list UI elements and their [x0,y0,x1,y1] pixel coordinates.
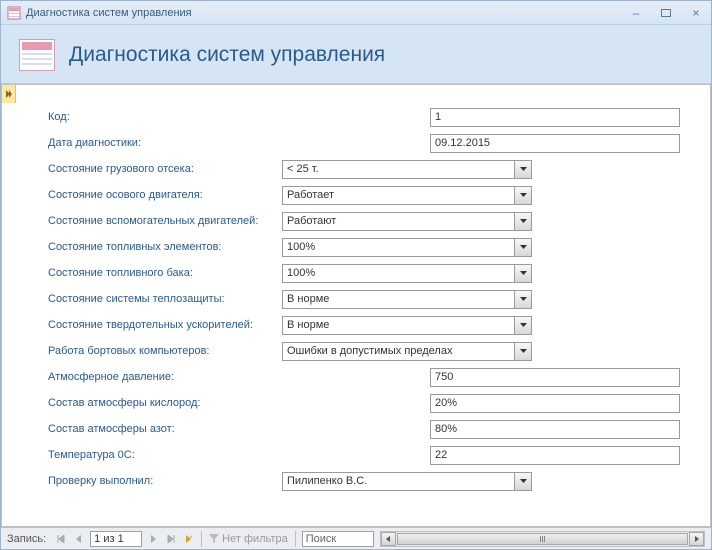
input-kod[interactable]: 1 [430,108,680,127]
chevron-down-icon[interactable] [514,187,531,204]
chevron-down-icon[interactable] [514,473,531,490]
chevron-down-icon[interactable] [514,213,531,230]
form-header: Диагностика систем управления [1,25,711,84]
input-oxygen[interactable]: 20% [430,394,680,413]
label-cargo: Состояние грузового отсека: [48,163,282,175]
combo-fuel-tank[interactable]: 100% [282,264,532,283]
nav-search-input[interactable]: Поиск [302,531,374,547]
nav-new-button[interactable] [180,530,198,548]
form-title: Диагностика систем управления [69,43,385,67]
nav-first-button[interactable] [52,530,70,548]
combo-cargo[interactable]: < 25 т. [282,160,532,179]
combo-heat-shield[interactable]: В норме [282,290,532,309]
close-button[interactable]: × [687,6,705,20]
maximize-button[interactable] [657,6,675,20]
label-main-engine: Состояние осового двигателя: [48,189,282,201]
nav-record-position[interactable]: 1 из 1 [90,531,142,547]
minimize-button[interactable]: – [627,6,645,20]
chevron-down-icon[interactable] [514,343,531,360]
combo-solid-boosters[interactable]: В норме [282,316,532,335]
nav-filter-indicator[interactable]: Нет фильтра [205,533,292,545]
combo-inspector[interactable]: Пилипенко В.С. [282,472,532,491]
label-temperature: Температура 0С: [48,449,282,461]
window-controls: – × [627,6,705,20]
chevron-down-icon[interactable] [514,291,531,308]
label-fuel-tank: Состояние топливного бака: [48,267,282,279]
record-selector[interactable] [2,85,16,103]
scroll-right-button[interactable] [689,532,704,546]
form-body: Код: 1 Дата диагностики: 09.12.2015 Сост… [1,84,711,527]
combo-main-engine[interactable]: Работает [282,186,532,205]
input-pressure[interactable]: 750 [430,368,680,387]
input-temperature[interactable]: 22 [430,446,680,465]
titlebar: Диагностика систем управления – × [1,1,711,25]
horizontal-scrollbar[interactable] [380,531,705,547]
form-icon [7,6,21,20]
window-frame: Диагностика систем управления – × Диагно… [0,0,712,550]
nav-label: Запись: [1,533,52,545]
label-solid-boosters: Состояние твердотельных ускорителей: [48,319,282,331]
label-aux-engines: Состояние вспомогательных двигателей: [48,215,282,227]
window-title: Диагностика систем управления [26,7,627,19]
record-navigator: Запись: 1 из 1 Нет фильтра Поиск [1,527,711,549]
label-fuel-elements: Состояние топливных элементов: [48,241,282,253]
nav-prev-button[interactable] [70,530,88,548]
nav-last-button[interactable] [162,530,180,548]
chevron-down-icon[interactable] [514,317,531,334]
chevron-down-icon[interactable] [514,265,531,282]
input-date[interactable]: 09.12.2015 [430,134,680,153]
scroll-left-button[interactable] [381,532,396,546]
chevron-down-icon[interactable] [514,161,531,178]
label-heat-shield: Состояние системы теплозащиты: [48,293,282,305]
funnel-icon [209,534,219,544]
label-date: Дата диагностики: [48,137,282,149]
label-pressure: Атмосферное давление: [48,371,282,383]
chevron-down-icon[interactable] [514,239,531,256]
label-inspector: Проверку выполнил: [48,475,282,487]
label-oxygen: Состав атмосферы кислород: [48,397,282,409]
combo-aux-engines[interactable]: Работают [282,212,532,231]
combo-computers[interactable]: Ошибки в допустимых пределах [282,342,532,361]
input-nitrogen[interactable]: 80% [430,420,680,439]
label-kod: Код: [48,111,282,123]
form-header-icon [19,39,55,71]
label-nitrogen: Состав атмосферы азот: [48,423,282,435]
scroll-thumb[interactable] [397,533,688,545]
combo-fuel-elements[interactable]: 100% [282,238,532,257]
nav-next-button[interactable] [144,530,162,548]
label-computers: Работа бортовых компьютеров: [48,345,282,357]
